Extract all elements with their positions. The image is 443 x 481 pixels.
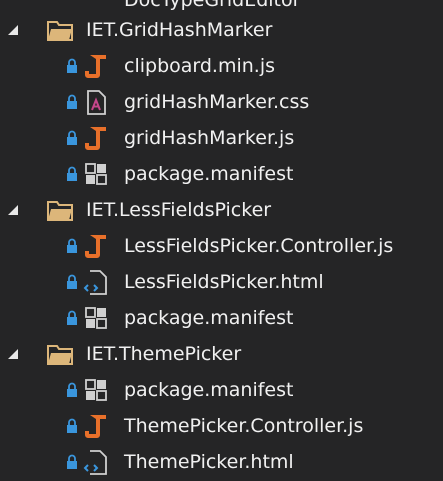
lock-icon — [67, 382, 77, 397]
file-label: package.manifest — [124, 307, 294, 329]
folder-row-gridhashmarker[interactable]: IET.GridHashMarker — [0, 12, 443, 48]
file-label: gridHashMarker.js — [124, 127, 295, 149]
lock-icon — [67, 130, 77, 145]
expanded-caret-icon[interactable] — [6, 203, 20, 217]
file-row[interactable]: package.manifest — [0, 156, 443, 192]
file-row[interactable]: gridHashMarker.css — [0, 84, 443, 120]
html-file-icon — [83, 450, 107, 475]
file-label: clipboard.min.js — [124, 55, 276, 77]
file-row[interactable]: gridHashMarker.js — [0, 120, 443, 156]
expanded-caret-icon[interactable] — [6, 347, 20, 361]
lock-icon — [67, 418, 77, 433]
lock-icon — [67, 274, 77, 289]
folder-row-lessfieldspicker[interactable]: IET.LessFieldsPicker — [0, 192, 443, 228]
file-row[interactable]: package.manifest — [0, 372, 443, 408]
lock-icon — [67, 166, 77, 181]
lock-icon — [67, 310, 77, 325]
file-label: package.manifest — [124, 163, 294, 185]
solution-explorer-tree: DocTypeGridEditor IET.GridHashMarker cli… — [0, 0, 443, 481]
folder-open-icon — [47, 345, 73, 365]
folder-label: IET.LessFieldsPicker — [86, 199, 272, 221]
file-label: ThemePicker.Controller.js — [124, 415, 364, 437]
folder-row-themepicker[interactable]: IET.ThemePicker — [0, 336, 443, 372]
file-label: gridHashMarker.css — [124, 91, 310, 113]
manifest-file-icon — [85, 307, 107, 329]
html-file-icon — [83, 270, 107, 295]
js-file-icon — [85, 235, 106, 258]
folder-open-icon — [47, 21, 73, 41]
folder-open-icon — [47, 201, 73, 221]
manifest-file-icon — [85, 379, 107, 401]
file-row[interactable]: ThemePicker.Controller.js — [0, 408, 443, 444]
js-file-icon — [85, 127, 106, 150]
js-file-icon — [85, 55, 106, 78]
js-file-icon — [85, 415, 106, 438]
lock-icon — [67, 454, 77, 469]
lock-icon — [67, 58, 77, 73]
lock-icon — [67, 94, 77, 109]
lock-icon — [67, 238, 77, 253]
file-label: LessFieldsPicker.html — [124, 271, 324, 293]
file-row[interactable]: LessFieldsPicker.html — [0, 264, 443, 300]
file-row[interactable]: clipboard.min.js — [0, 48, 443, 84]
file-row[interactable]: ThemePicker.html — [0, 444, 443, 480]
file-row[interactable]: package.manifest — [0, 300, 443, 336]
css-file-icon — [87, 90, 106, 115]
file-label: LessFieldsPicker.Controller.js — [124, 235, 394, 257]
folder-label: IET.ThemePicker — [86, 343, 242, 365]
file-label: package.manifest — [124, 379, 294, 401]
manifest-file-icon — [85, 163, 107, 185]
expanded-caret-icon[interactable] — [6, 23, 20, 37]
file-row[interactable]: LessFieldsPicker.Controller.js — [0, 228, 443, 264]
folder-label: IET.GridHashMarker — [86, 19, 273, 41]
file-label: ThemePicker.html — [124, 451, 294, 473]
